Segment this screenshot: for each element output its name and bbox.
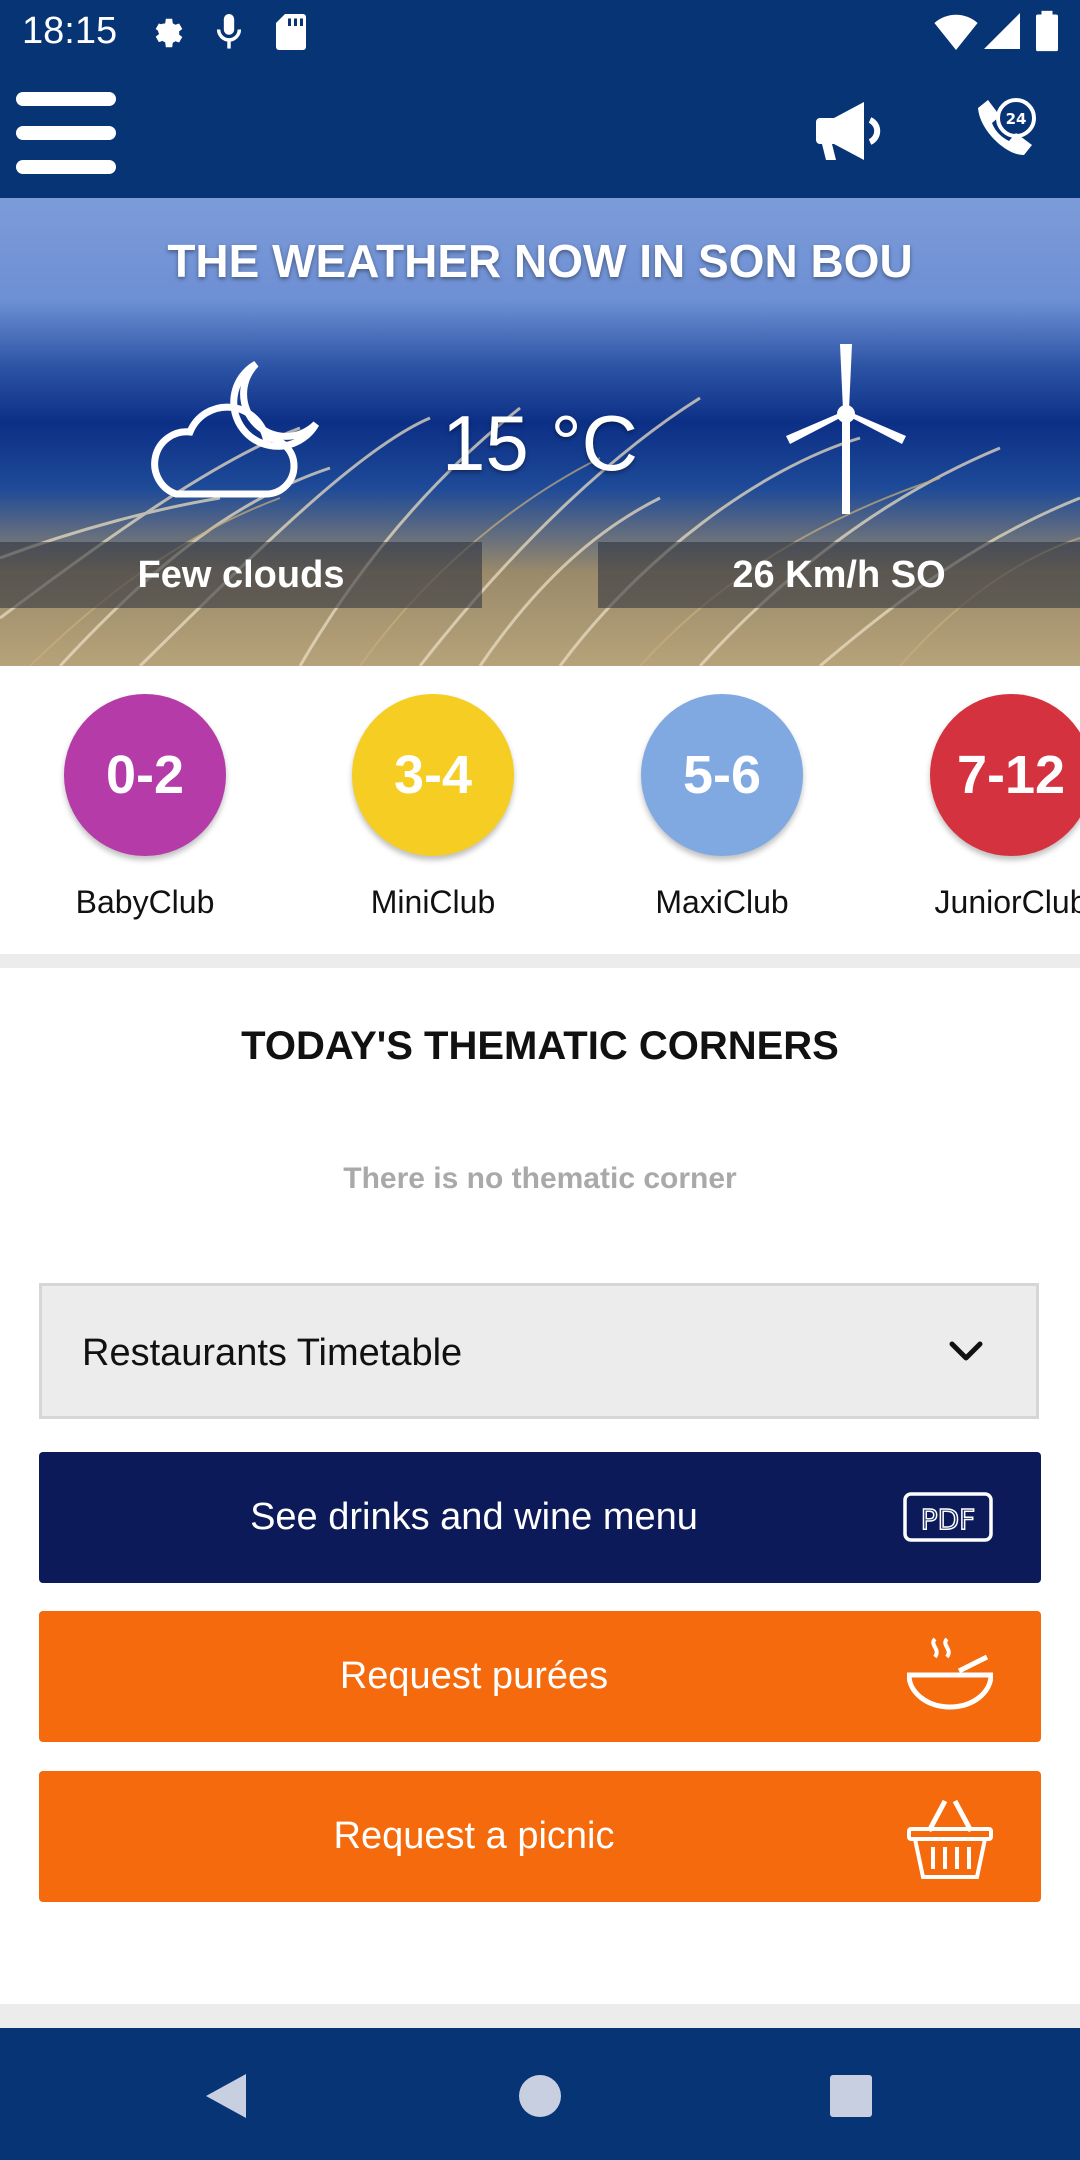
club-age-badge: 7-12 (930, 694, 1080, 856)
club-label: MiniClub (370, 884, 496, 920)
recents-icon[interactable] (829, 2074, 873, 2118)
status-bar: 18:15 (0, 0, 1080, 66)
signal-icon (984, 13, 1020, 49)
basket-icon (907, 1799, 993, 1879)
weather-condition: Few clouds (0, 542, 482, 608)
cloud-moon-icon (151, 360, 320, 498)
thematic-empty-message: There is no thematic corner (343, 1162, 737, 1195)
club-age-badge: 3-4 (352, 694, 514, 856)
settings-icon (155, 18, 183, 48)
request-picnic-button[interactable]: Request a picnic (39, 1771, 1041, 1902)
drinks-menu-button[interactable]: See drinks and wine menu PDF (39, 1452, 1041, 1583)
mic-icon (216, 14, 242, 49)
request-purees-label: Request purées (339, 1655, 609, 1697)
temperature-value: 15 °C (442, 399, 638, 487)
weather-title: THE WEATHER NOW IN SON BOU (167, 235, 913, 287)
section-divider (0, 954, 1080, 968)
drinks-menu-label: See drinks and wine menu (250, 1496, 698, 1538)
dropdown-label: Restaurants Timetable (82, 1332, 463, 1374)
club-age-badge: 5-6 (641, 694, 803, 856)
wifi-icon (934, 14, 978, 50)
battery-icon (1036, 10, 1058, 52)
clubs-carousel: 0-2 BabyClub 3-4 MiniClub 5-6 MaxiClub 7… (0, 666, 1080, 954)
club-maxiclub[interactable]: 5-6 MaxiClub (577, 694, 867, 921)
wind-speed: 26 Km/h SO (598, 542, 1080, 608)
club-miniclub[interactable]: 3-4 MiniClub (288, 694, 578, 921)
back-icon[interactable] (204, 2072, 248, 2120)
app-bar: 24 (0, 66, 1080, 198)
pdf-icon: PDF (903, 1492, 993, 1542)
megaphone-icon[interactable] (816, 100, 882, 162)
club-label: BabyClub (75, 884, 215, 920)
home-icon[interactable] (518, 2074, 562, 2118)
svg-text:24: 24 (1006, 110, 1027, 128)
weather-banner: THE WEATHER NOW IN SON BOU 15 °C Few clo… (0, 198, 1080, 666)
bowl-steam-icon (907, 1637, 993, 1710)
wind-turbine-icon (786, 344, 906, 514)
system-nav-bar (0, 2028, 1080, 2160)
request-picnic-label: Request a picnic (333, 1815, 615, 1857)
restaurants-timetable-dropdown[interactable]: Restaurants Timetable (39, 1283, 1039, 1419)
club-label: JuniorClub (934, 884, 1080, 920)
request-purees-button[interactable]: Request purées (39, 1611, 1041, 1742)
status-time: 18:15 (22, 10, 118, 52)
thematic-title: TODAY'S THEMATIC CORNERS (241, 1024, 839, 1068)
chevron-down-icon (949, 1341, 983, 1361)
menu-icon[interactable] (16, 92, 116, 174)
club-babyclub[interactable]: 0-2 BabyClub (0, 694, 290, 921)
svg-text:PDF: PDF (921, 1503, 976, 1536)
club-age-badge: 0-2 (64, 694, 226, 856)
sd-card-icon (276, 14, 306, 50)
club-juniorclub[interactable]: 7-12 JuniorClub (866, 694, 1080, 921)
phone-24h-icon[interactable]: 24 (968, 96, 1038, 166)
section-divider (0, 2004, 1080, 2028)
club-label: MaxiClub (655, 884, 789, 920)
